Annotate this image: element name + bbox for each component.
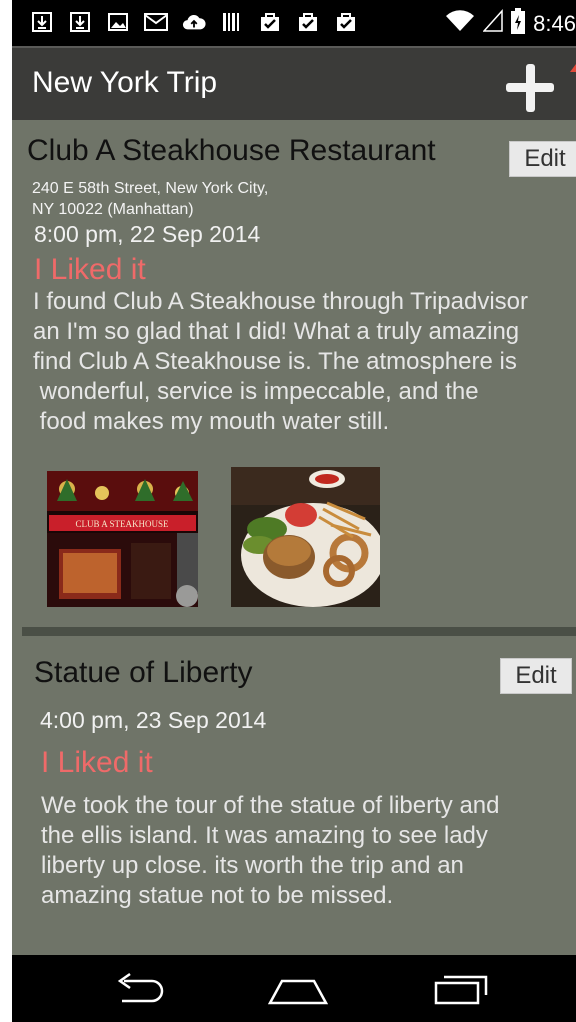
address-line: 240 E 58th Street, New York City, [32,180,269,197]
description-line: find Club A Steakhouse is. The atmospher… [33,348,517,375]
edit-button[interactable]: Edit [500,658,572,694]
description-line: liberty up close. its worth the trip and… [41,852,464,879]
entry-title: Club A Steakhouse Restaurant [27,134,436,167]
entry-divider [22,627,576,636]
description-line: amazing statue not to be missed. [41,882,394,909]
rating-label: I Liked it [41,746,153,779]
recents-button[interactable] [430,969,490,1009]
edit-button[interactable]: Edit [509,141,576,177]
entry-address: 240 E 58th Street, New York City, NY 100… [32,178,268,220]
app-screen: 8:46 New York Trip Club A Steakhouse Res… [12,0,576,1022]
description-line: wonderful, service is impeccable, and th… [33,378,479,405]
description-line: an I'm so glad that I did! What a truly … [33,318,520,345]
rating-label: I Liked it [34,253,146,286]
trip-entry: Club A Steakhouse Restaurant Edit 240 E … [12,0,576,627]
home-button[interactable] [267,969,329,1009]
restaurant-sign: CLUB A STEAKHOUSE [75,519,169,529]
entry-title: Statue of Liberty [34,656,253,689]
entry-photo-food[interactable] [231,467,380,607]
entry-description: We took the tour of the statue of libert… [41,791,571,911]
entry-photo-restaurant[interactable]: CLUB A STEAKHOUSE [47,471,198,607]
trip-entry: Statue of Liberty Edit 4:00 pm, 23 Sep 2… [12,636,576,955]
back-icon [117,972,164,1003]
recents-icon [434,975,488,1005]
back-button[interactable] [110,969,170,1009]
address-line: NY 10022 (Manhattan) [32,201,194,218]
description-line: I found Club A Steakhouse through Tripad… [33,288,528,315]
entry-datetime: 4:00 pm, 23 Sep 2014 [40,707,267,733]
description-line: food makes my mouth water still. [33,408,390,435]
navigation-bar [12,955,576,1022]
home-icon [267,979,329,1005]
entry-datetime: 8:00 pm, 22 Sep 2014 [34,221,261,247]
description-line: the ellis island. It was amazing to see … [41,822,488,849]
description-line: We took the tour of the statue of libert… [41,792,500,819]
entry-description: I found Club A Steakhouse through Tripad… [33,287,573,437]
